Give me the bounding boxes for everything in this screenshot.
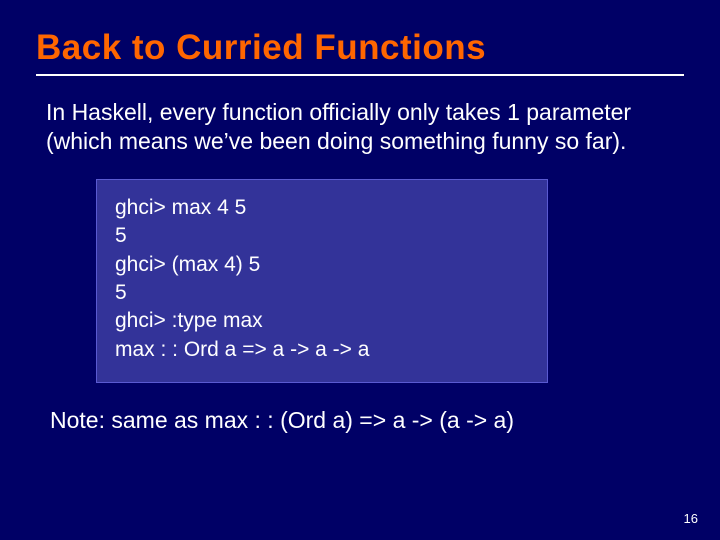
page-number: 16 bbox=[684, 511, 698, 526]
code-line: ghci> max 4 5 bbox=[115, 194, 529, 222]
code-line: max : : Ord a => a -> a -> a bbox=[115, 336, 529, 364]
title-underline bbox=[36, 74, 684, 76]
note-text: Note: same as max : : (Ord a) => a -> (a… bbox=[36, 407, 684, 434]
code-line: 5 bbox=[115, 279, 529, 307]
slide: Back to Curried Functions In Haskell, ev… bbox=[0, 0, 720, 540]
code-line: 5 bbox=[115, 222, 529, 250]
code-line: ghci> (max 4) 5 bbox=[115, 251, 529, 279]
slide-title: Back to Curried Functions bbox=[36, 28, 684, 68]
code-box: ghci> max 4 5 5 ghci> (max 4) 5 5 ghci> … bbox=[96, 179, 548, 383]
code-line: ghci> :type max bbox=[115, 307, 529, 335]
intro-paragraph: In Haskell, every function officially on… bbox=[36, 98, 684, 157]
